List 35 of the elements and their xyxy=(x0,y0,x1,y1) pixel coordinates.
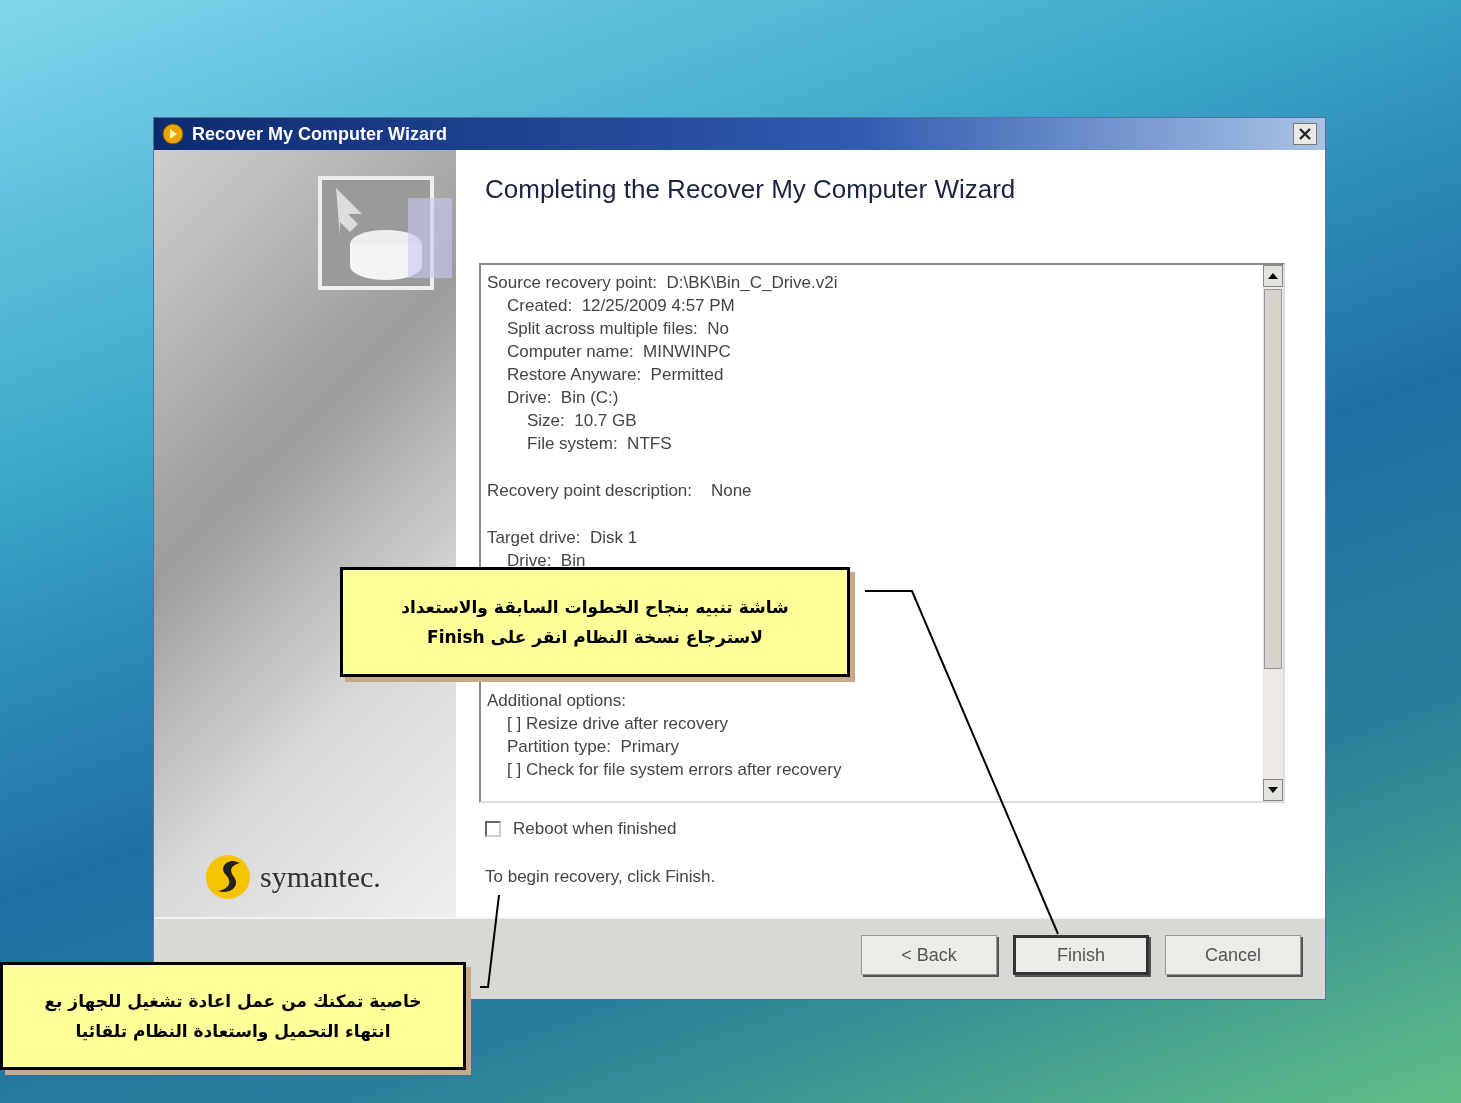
app-icon xyxy=(162,123,184,145)
reboot-checkbox[interactable] xyxy=(485,821,501,837)
summary-line: Created: 12/25/2009 4:57 PM xyxy=(507,295,736,317)
summary-line: Recovery point description: None xyxy=(487,480,753,502)
summary-line: Drive: Bin xyxy=(507,550,587,572)
callout-text: انتهاء التحميل واستعادة النظام تلقائيا xyxy=(75,1020,391,1043)
callout-text: لاسترجاع نسخة النظام انقر على Finish xyxy=(427,626,763,650)
summary-line: Size: 10.7 GB xyxy=(527,410,638,432)
summary-line: Partition type: Primary xyxy=(507,736,680,758)
close-button[interactable] xyxy=(1293,123,1317,145)
scroll-up-icon[interactable] xyxy=(1268,273,1278,279)
wizard-button[interactable]: Cancel xyxy=(1165,935,1301,975)
wizard-button[interactable]: < Back xyxy=(861,935,997,975)
scrollbar[interactable] xyxy=(1263,265,1283,801)
brand-name: symantec. xyxy=(260,860,381,894)
checkbox-label: Reboot when finished xyxy=(513,819,677,839)
instruction-text: To begin recovery, click Finish. xyxy=(485,867,717,887)
callout-text: شاشة تنبيه بنجاح الخطوات السابقة والاستعداد xyxy=(401,596,789,619)
summary-line: Split across multiple files: No xyxy=(507,318,731,340)
brand-logo-icon xyxy=(204,853,252,901)
summary-line: Computer name: MINWINPC xyxy=(507,341,732,363)
summary-line: Drive: Bin (C:) xyxy=(507,387,620,409)
summary-line: Source recovery point: D:\BK\Bin_C_Drive.v2i xyxy=(487,272,839,294)
summary-line: Restore Anyware: Permitted xyxy=(507,364,725,386)
summary-line: File system: NTFS xyxy=(527,433,673,455)
summary-line: Additional options: xyxy=(487,690,627,712)
summary-line: [ ] Check for file system errors after recovery xyxy=(507,759,843,781)
summary-line: Target drive: Disk 1 xyxy=(487,527,639,549)
scroll-down-icon[interactable] xyxy=(1268,787,1278,793)
summary-line: [ ] Resize drive after recovery xyxy=(507,713,730,735)
window-title: Recover My Computer Wizard xyxy=(192,123,448,145)
wizard-heading: Completing the Recover My Computer Wizard xyxy=(485,174,1017,205)
callout-text: خاصية تمكنك من عمل اعادة تشغيل للجهاز بع xyxy=(44,990,422,1014)
wizard-button[interactable]: Finish xyxy=(1013,935,1149,975)
close-icon xyxy=(1299,128,1311,140)
